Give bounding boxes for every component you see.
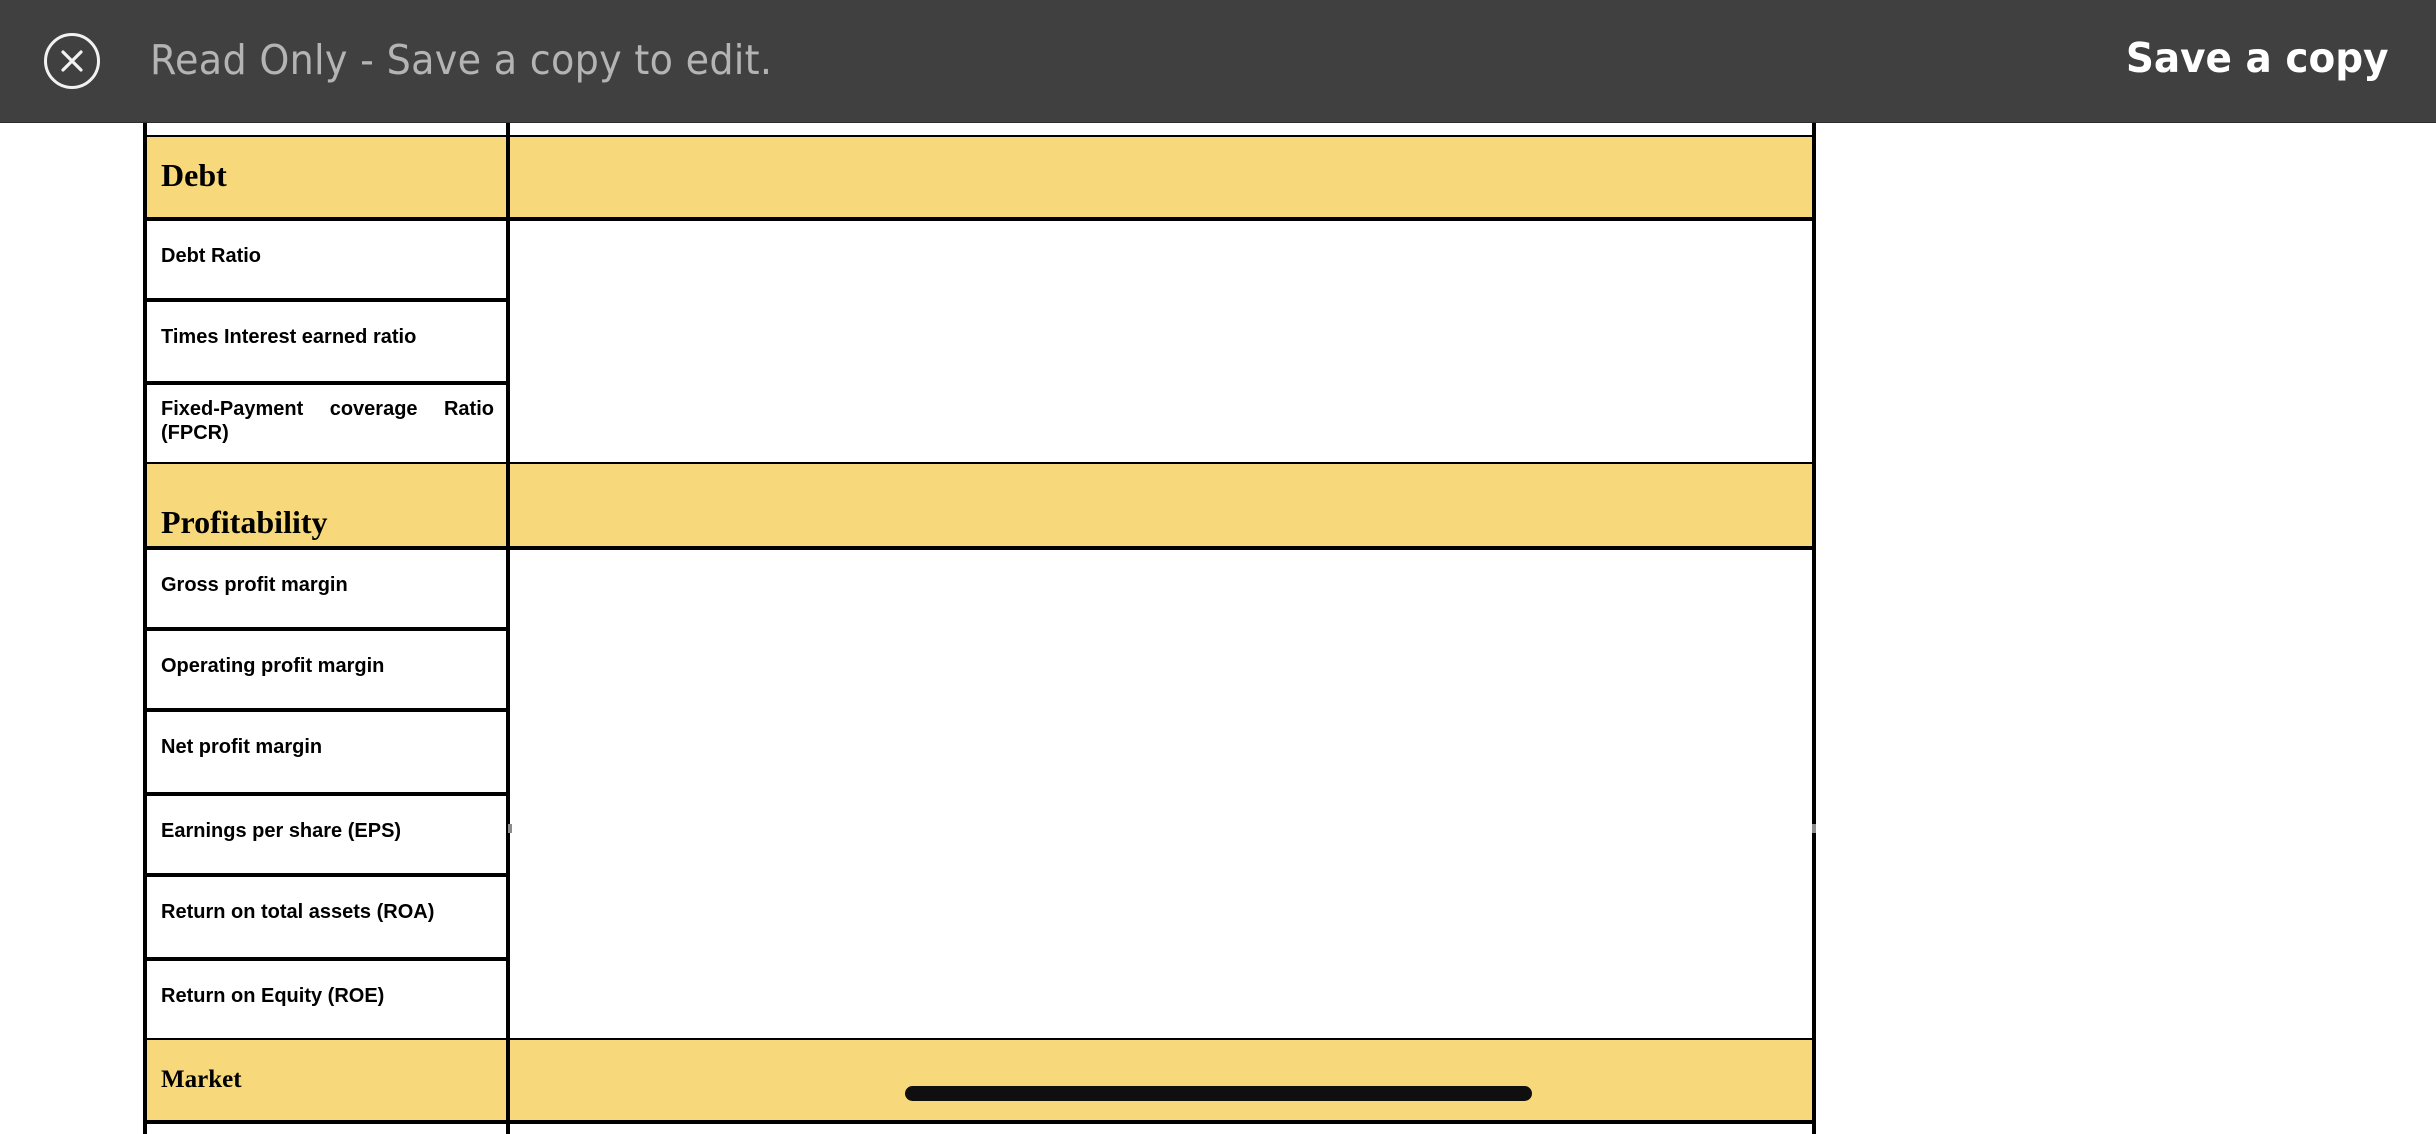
table-row: Fixed-Payment coverage Ratio (FPCR) [143,383,1816,464]
table-row: Net profit margin [143,710,1816,794]
label-cell: Return on total assets (ROA) [143,875,510,959]
section-header-market: Market [143,1040,1816,1122]
value-cell[interactable] [510,383,1816,464]
section-label-cell: Debt [143,137,510,219]
close-button[interactable] [44,33,100,89]
row-label: Net profit margin [161,736,323,758]
document-viewer[interactable]: Debt Debt Ratio Times Interest earned ra… [0,0,2436,1134]
section-title: Market [161,1066,242,1093]
label-cell [143,1124,510,1134]
home-indicator[interactable] [905,1086,1532,1101]
section-header-profitability: Profitability [143,464,1816,548]
value-cell[interactable] [510,794,1816,875]
table-row: Gross profit margin [143,548,1816,629]
table-row-partial [143,1124,1816,1134]
table-row: Return on total assets (ROA) [143,875,1816,959]
row-label: Earnings per share (EPS) [161,820,402,842]
table-row: Earnings per share (EPS) [143,794,1816,875]
label-cell: Fixed-Payment coverage Ratio (FPCR) [143,383,510,464]
row-label: Return on total assets (ROA) [161,901,435,923]
section-header-debt: Debt [143,137,1816,219]
table-row: Debt Ratio [143,219,1816,300]
close-circle-x-icon [61,50,83,72]
value-cell[interactable] [510,629,1816,710]
value-cell[interactable] [510,959,1816,1040]
read-only-message: Read Only - Save a copy to edit. [150,36,773,84]
value-cell[interactable] [510,875,1816,959]
row-label: Fixed-Payment coverage Ratio (FPCR) [161,398,494,444]
section-label-cell: Market [143,1040,510,1122]
row-label: Operating profit margin [161,655,385,677]
page-edge-marker [1812,824,1816,833]
label-cell: Return on Equity (ROE) [143,959,510,1040]
label-cell: Operating profit margin [143,629,510,710]
row-label: Times Interest earned ratio [161,326,417,348]
section-title: Debt [161,157,227,193]
section-label-cell: Profitability [143,464,510,548]
value-cell[interactable] [510,548,1816,629]
read-only-toolbar: Read Only - Save a copy to edit. Save a … [0,0,2436,123]
section-title: Profitability [161,504,328,540]
label-cell: Earnings per share (EPS) [143,794,510,875]
section-value-cell [510,137,1816,219]
row-label: Return on Equity (ROE) [161,985,385,1007]
save-a-copy-button[interactable]: Save a copy [2125,34,2388,82]
page-edge-marker [508,824,512,833]
value-cell[interactable] [510,710,1816,794]
label-cell: Debt Ratio [143,219,510,300]
label-cell: Times Interest earned ratio [143,300,510,383]
table-row: Times Interest earned ratio [143,300,1816,383]
value-cell[interactable] [510,219,1816,300]
table-row: Return on Equity (ROE) [143,959,1816,1040]
label-cell: Gross profit margin [143,548,510,629]
label-cell: Net profit margin [143,710,510,794]
value-cell [510,1124,1816,1134]
section-value-cell [510,1040,1816,1122]
section-value-cell [510,464,1816,548]
row-label: Gross profit margin [161,574,348,596]
value-cell[interactable] [510,300,1816,383]
table-row: Operating profit margin [143,629,1816,710]
row-label: Debt Ratio [161,245,261,267]
